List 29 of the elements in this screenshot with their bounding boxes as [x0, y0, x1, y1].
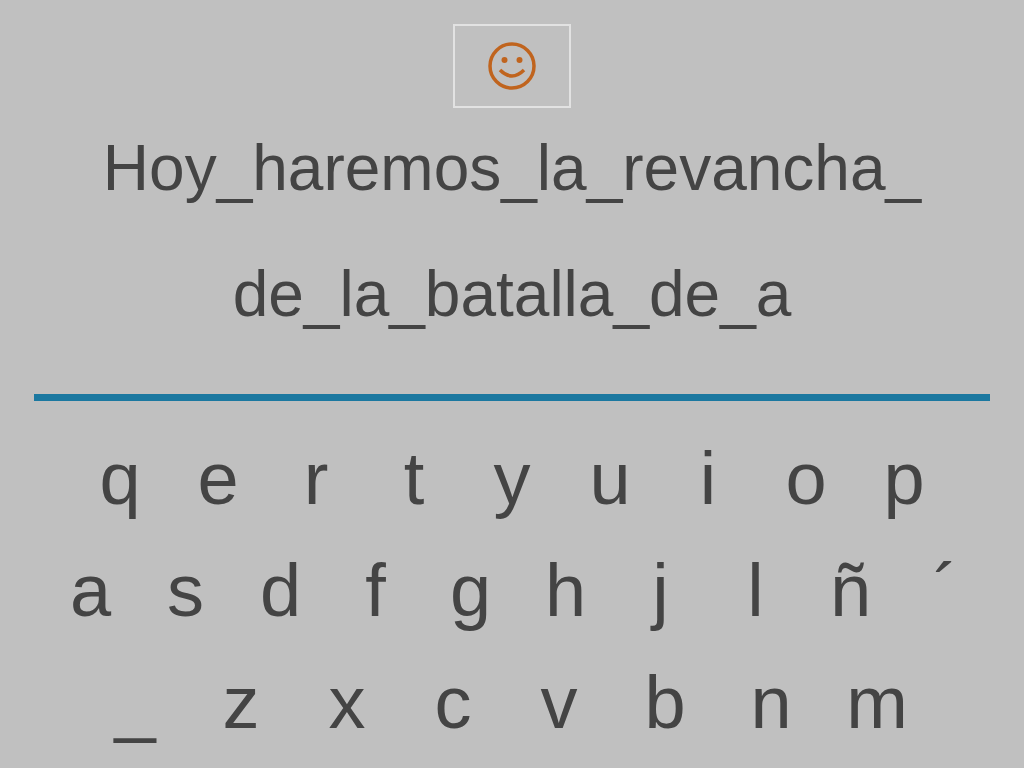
- letter-key[interactable]: f: [328, 551, 423, 631]
- letter-key[interactable]: y: [463, 439, 561, 519]
- letter-key[interactable]: b: [612, 663, 718, 743]
- letter-key[interactable]: ñ: [803, 551, 898, 631]
- letter-key[interactable]: ´: [898, 551, 993, 631]
- smiley-icon: [486, 40, 538, 92]
- letter-key[interactable]: d: [233, 551, 328, 631]
- letter-key[interactable]: m: [824, 663, 930, 743]
- letter-key[interactable]: x: [294, 663, 400, 743]
- letter-key[interactable]: r: [267, 439, 365, 519]
- letter-key[interactable]: _: [82, 663, 188, 743]
- letter-key[interactable]: n: [718, 663, 824, 743]
- letter-key[interactable]: j: [613, 551, 708, 631]
- letter-key[interactable]: g: [423, 551, 518, 631]
- letter-key[interactable]: t: [365, 439, 463, 519]
- letter-key[interactable]: p: [855, 439, 953, 519]
- letter-key[interactable]: h: [518, 551, 613, 631]
- letter-key[interactable]: v: [506, 663, 612, 743]
- letter-key[interactable]: u: [561, 439, 659, 519]
- letter-key[interactable]: l: [708, 551, 803, 631]
- letter-key[interactable]: o: [757, 439, 855, 519]
- letter-key[interactable]: z: [188, 663, 294, 743]
- letter-key[interactable]: c: [400, 663, 506, 743]
- letter-key[interactable]: s: [138, 551, 233, 631]
- letter-key[interactable]: a: [43, 551, 138, 631]
- letter-key[interactable]: e: [169, 439, 267, 519]
- smiley-button[interactable]: [453, 24, 571, 108]
- letter-key[interactable]: i: [659, 439, 757, 519]
- letter-key[interactable]: q: [71, 439, 169, 519]
